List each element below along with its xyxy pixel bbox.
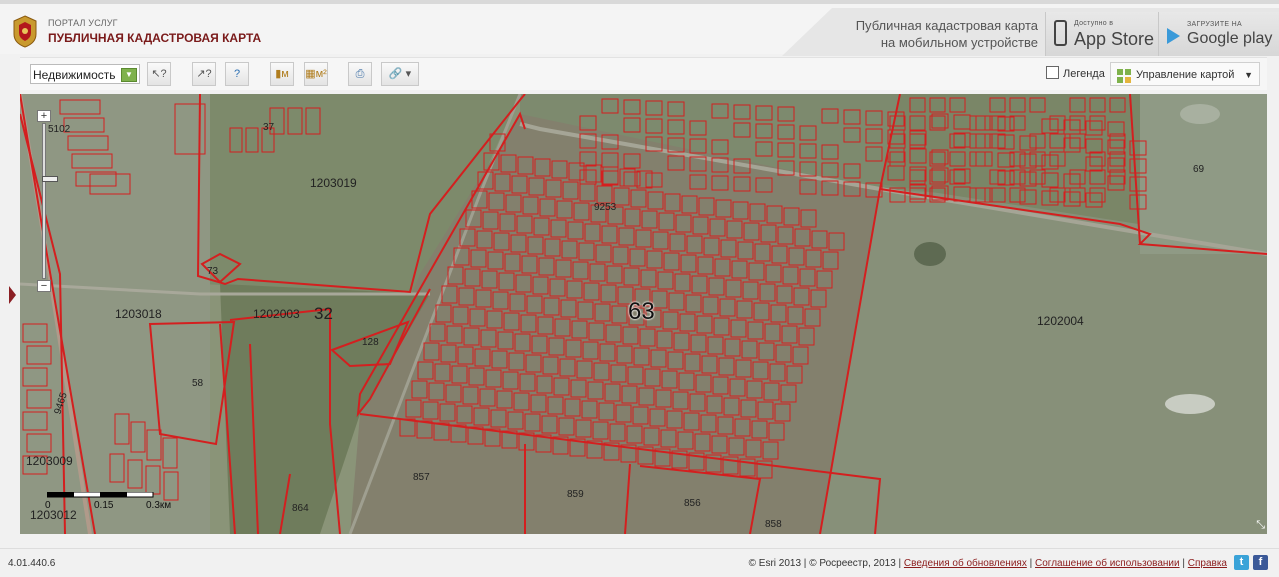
sidebar-toggle-tab[interactable] [9, 286, 16, 304]
twitter-icon[interactable]: t [1234, 555, 1249, 570]
parcel-label-63: 63 [628, 298, 655, 325]
googleplay-small-label: ЗАГРУЗИТЕ НА [1187, 21, 1242, 28]
layer-select[interactable]: Недвижимость ▼ [30, 64, 140, 84]
resize-icon[interactable]: ⤡ [1256, 519, 1265, 532]
parcel-label-69: 69 [1193, 164, 1205, 175]
toolbar: Недвижимость ▼ ↖? ↗? ? ▮м ▦м² ⎙ 🔗 ▾ Леге… [20, 57, 1267, 90]
parcel-label-864: 864 [292, 503, 309, 514]
parcel-label-32: 32 [314, 304, 333, 323]
measure-line-icon: ↗? [196, 68, 212, 80]
emblem-icon[interactable] [10, 14, 40, 48]
print-icon: ⎙ [355, 68, 365, 80]
promo-line-2: на мобильном устройстве [880, 35, 1038, 50]
portal-subtitle: ПОРТАЛ УСЛУГ [48, 18, 118, 28]
facebook-icon[interactable]: f [1253, 555, 1268, 570]
area-info-button[interactable]: ? [225, 62, 249, 86]
quarter-label-1203009: 1203009 [26, 454, 73, 468]
footer-separator: | [1182, 558, 1185, 569]
parcel-label-9253: 9253 [594, 202, 617, 213]
zoom-control: + − [37, 110, 58, 292]
scale-bar: 0 0.15 0.3км [45, 492, 171, 516]
updates-link[interactable]: Сведения об обновлениях [904, 558, 1027, 569]
googleplay-label: Google play [1187, 30, 1273, 47]
appstore-small-label: Доступно в [1074, 20, 1114, 27]
zoom-slider-track[interactable] [42, 123, 58, 279]
footer-links: © Esri 2013 | © Росреестр, 2013 | Сведен… [749, 558, 1227, 569]
zoom-in-button[interactable]: + [37, 110, 51, 122]
googleplay-button[interactable]: ЗАГРУЗИТЕ НА Google play [1158, 12, 1279, 56]
quarter-label-1203018: 1203018 [115, 307, 162, 321]
print-button[interactable]: ⎙ [348, 62, 372, 86]
help-link[interactable]: Справка [1188, 558, 1227, 569]
version-label: 4.01.440.6 [8, 558, 56, 569]
portal-title[interactable]: ПУБЛИЧНАЯ КАДАСТРОВАЯ КАРТА [48, 31, 261, 45]
promo-text: Публичная кадастровая карта на мобильном… [856, 17, 1038, 51]
chevron-down-icon: ▼ [1244, 70, 1253, 80]
scale-label-end: 0.3км [146, 500, 172, 511]
quarter-label-1203019: 1203019 [310, 176, 357, 190]
chevron-down-icon[interactable]: ▼ [121, 68, 137, 82]
scale-label-0: 0 [45, 500, 51, 511]
map-view[interactable]: 5102 37 1203019 73 1203018 1202003 32 12… [20, 94, 1267, 534]
link-icon: 🔗 ▾ [388, 68, 412, 80]
area-info-icon: ? [233, 68, 241, 80]
zoom-slider-handle[interactable] [42, 176, 58, 182]
map-control-dropdown[interactable]: Управление картой ▼ [1110, 62, 1260, 86]
parcel-label-58: 58 [192, 378, 204, 389]
footer-separator: | [1029, 558, 1033, 569]
legend-label: Легенда [1063, 68, 1105, 80]
measure-distance-button[interactable]: ↗? [192, 62, 216, 86]
layer-select-value: Недвижимость [33, 68, 116, 82]
legend-checkbox[interactable] [1046, 66, 1059, 79]
scale-label-mid: 0.15 [94, 500, 114, 511]
cursor-question-icon: ↖? [151, 68, 167, 80]
appstore-label: App Store [1074, 29, 1155, 49]
ruler-button[interactable]: ▮м [270, 62, 294, 86]
legend-toggle[interactable]: Легенда [1046, 66, 1105, 80]
parcel-label-128: 128 [362, 337, 379, 348]
ruler-icon: ▮м [275, 68, 289, 80]
link-button[interactable]: 🔗 ▾ [381, 62, 419, 86]
area-ruler-icon: ▦м² [305, 68, 327, 80]
quarter-label-1202003: 1202003 [253, 307, 300, 321]
parcel-label-857: 857 [413, 472, 430, 483]
area-measure-button[interactable]: ▦м² [304, 62, 328, 86]
identify-tool-button[interactable]: ↖? [147, 62, 171, 86]
parcel-label-5102: 5102 [48, 124, 71, 135]
play-icon [1167, 28, 1180, 44]
parcel-label-37: 37 [263, 122, 275, 133]
parcel-label-859: 859 [567, 489, 584, 500]
promo-line-1: Публичная кадастровая карта [855, 18, 1038, 33]
parcel-label-856: 856 [684, 498, 701, 509]
appstore-button[interactable]: Доступно в App Store [1045, 12, 1158, 56]
map-control-label: Управление картой [1136, 69, 1235, 81]
quarter-label-1202004: 1202004 [1037, 314, 1084, 328]
parcel-label-858: 858 [765, 519, 782, 530]
copyright-text: © Esri 2013 | © Росреестр, 2013 | [748, 558, 902, 569]
zoom-out-button[interactable]: − [37, 280, 51, 292]
header: ПОРТАЛ УСЛУГ ПУБЛИЧНАЯ КАДАСТРОВАЯ КАРТА… [0, 4, 1279, 56]
grid-icon [1117, 68, 1131, 83]
footer: 4.01.440.6 © Esri 2013 | © Росреестр, 20… [0, 548, 1279, 577]
terms-link[interactable]: Соглашение об использовании [1035, 558, 1180, 569]
apple-phone-icon [1054, 20, 1067, 46]
mobile-promo: Публичная кадастровая карта на мобильном… [782, 8, 1279, 56]
parcel-label-73: 73 [207, 266, 219, 277]
